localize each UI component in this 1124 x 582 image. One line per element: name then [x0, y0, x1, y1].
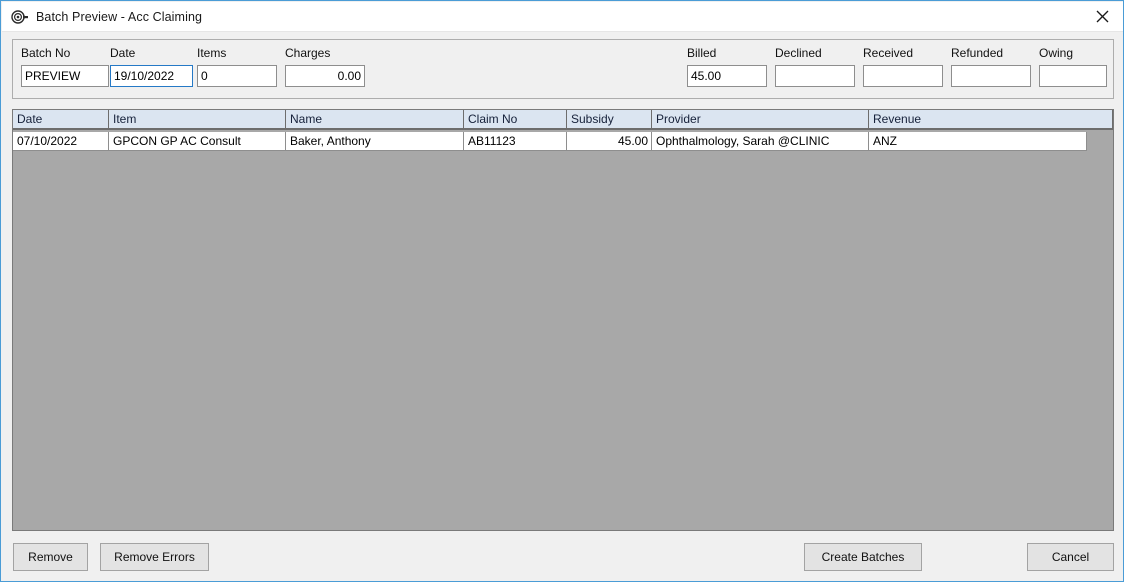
column-header-revenue[interactable]: Revenue: [869, 110, 1113, 128]
cancel-button[interactable]: Cancel: [1027, 543, 1114, 571]
cell-subsidy[interactable]: 45.00: [567, 132, 652, 151]
cell-name[interactable]: Baker, Anthony: [286, 132, 464, 151]
label-charges: Charges: [285, 46, 331, 60]
input-items[interactable]: [197, 65, 277, 87]
label-received: Received: [863, 46, 914, 60]
input-billed[interactable]: [687, 65, 767, 87]
label-declined: Declined: [775, 46, 822, 60]
remove-button[interactable]: Remove: [13, 543, 88, 571]
input-charges[interactable]: [285, 65, 365, 87]
table-row[interactable]: 07/10/2022 GPCON GP AC Consult Baker, An…: [13, 132, 1087, 151]
remove-errors-button[interactable]: Remove Errors: [100, 543, 209, 571]
label-owing: Owing: [1039, 46, 1074, 60]
grid-header-row: Date Item Name Claim No Subsidy Provider…: [13, 110, 1113, 130]
window-title: Batch Preview - Acc Claiming: [36, 9, 203, 24]
label-items: Items: [197, 46, 227, 60]
input-refunded[interactable]: [951, 65, 1031, 87]
cell-provider[interactable]: Ophthalmology, Sarah @CLINIC: [652, 132, 869, 151]
column-header-item[interactable]: Item: [109, 110, 286, 128]
cell-date[interactable]: 07/10/2022: [13, 132, 109, 151]
title-bar: Batch Preview - Acc Claiming: [2, 2, 1123, 32]
column-header-name[interactable]: Name: [286, 110, 464, 128]
input-received[interactable]: [863, 65, 943, 87]
close-button[interactable]: [1080, 2, 1123, 31]
column-header-subsidy[interactable]: Subsidy: [567, 110, 652, 128]
column-header-date[interactable]: Date: [13, 110, 109, 128]
label-billed: Billed: [687, 46, 717, 60]
cell-revenue[interactable]: ANZ: [869, 132, 1087, 151]
cell-claim-no[interactable]: AB11123: [464, 132, 567, 151]
cell-item[interactable]: GPCON GP AC Consult: [109, 132, 286, 151]
label-date: Date: [110, 46, 136, 60]
input-batch-no[interactable]: [21, 65, 109, 87]
claims-grid[interactable]: Date Item Name Claim No Subsidy Provider…: [12, 109, 1114, 531]
input-owing[interactable]: [1039, 65, 1107, 87]
input-declined[interactable]: [775, 65, 855, 87]
label-refunded: Refunded: [951, 46, 1004, 60]
column-header-provider[interactable]: Provider: [652, 110, 869, 128]
column-header-claim-no[interactable]: Claim No: [464, 110, 567, 128]
label-batch-no: Batch No: [21, 46, 71, 60]
create-batches-button[interactable]: Create Batches: [804, 543, 922, 571]
batch-preview-icon: [10, 7, 30, 27]
batch-summary-panel: Batch No Date Items Charges Billed Decli…: [12, 39, 1114, 99]
batch-preview-window: Batch Preview - Acc Claiming Batch No Da…: [0, 0, 1124, 582]
input-date[interactable]: [110, 65, 193, 87]
